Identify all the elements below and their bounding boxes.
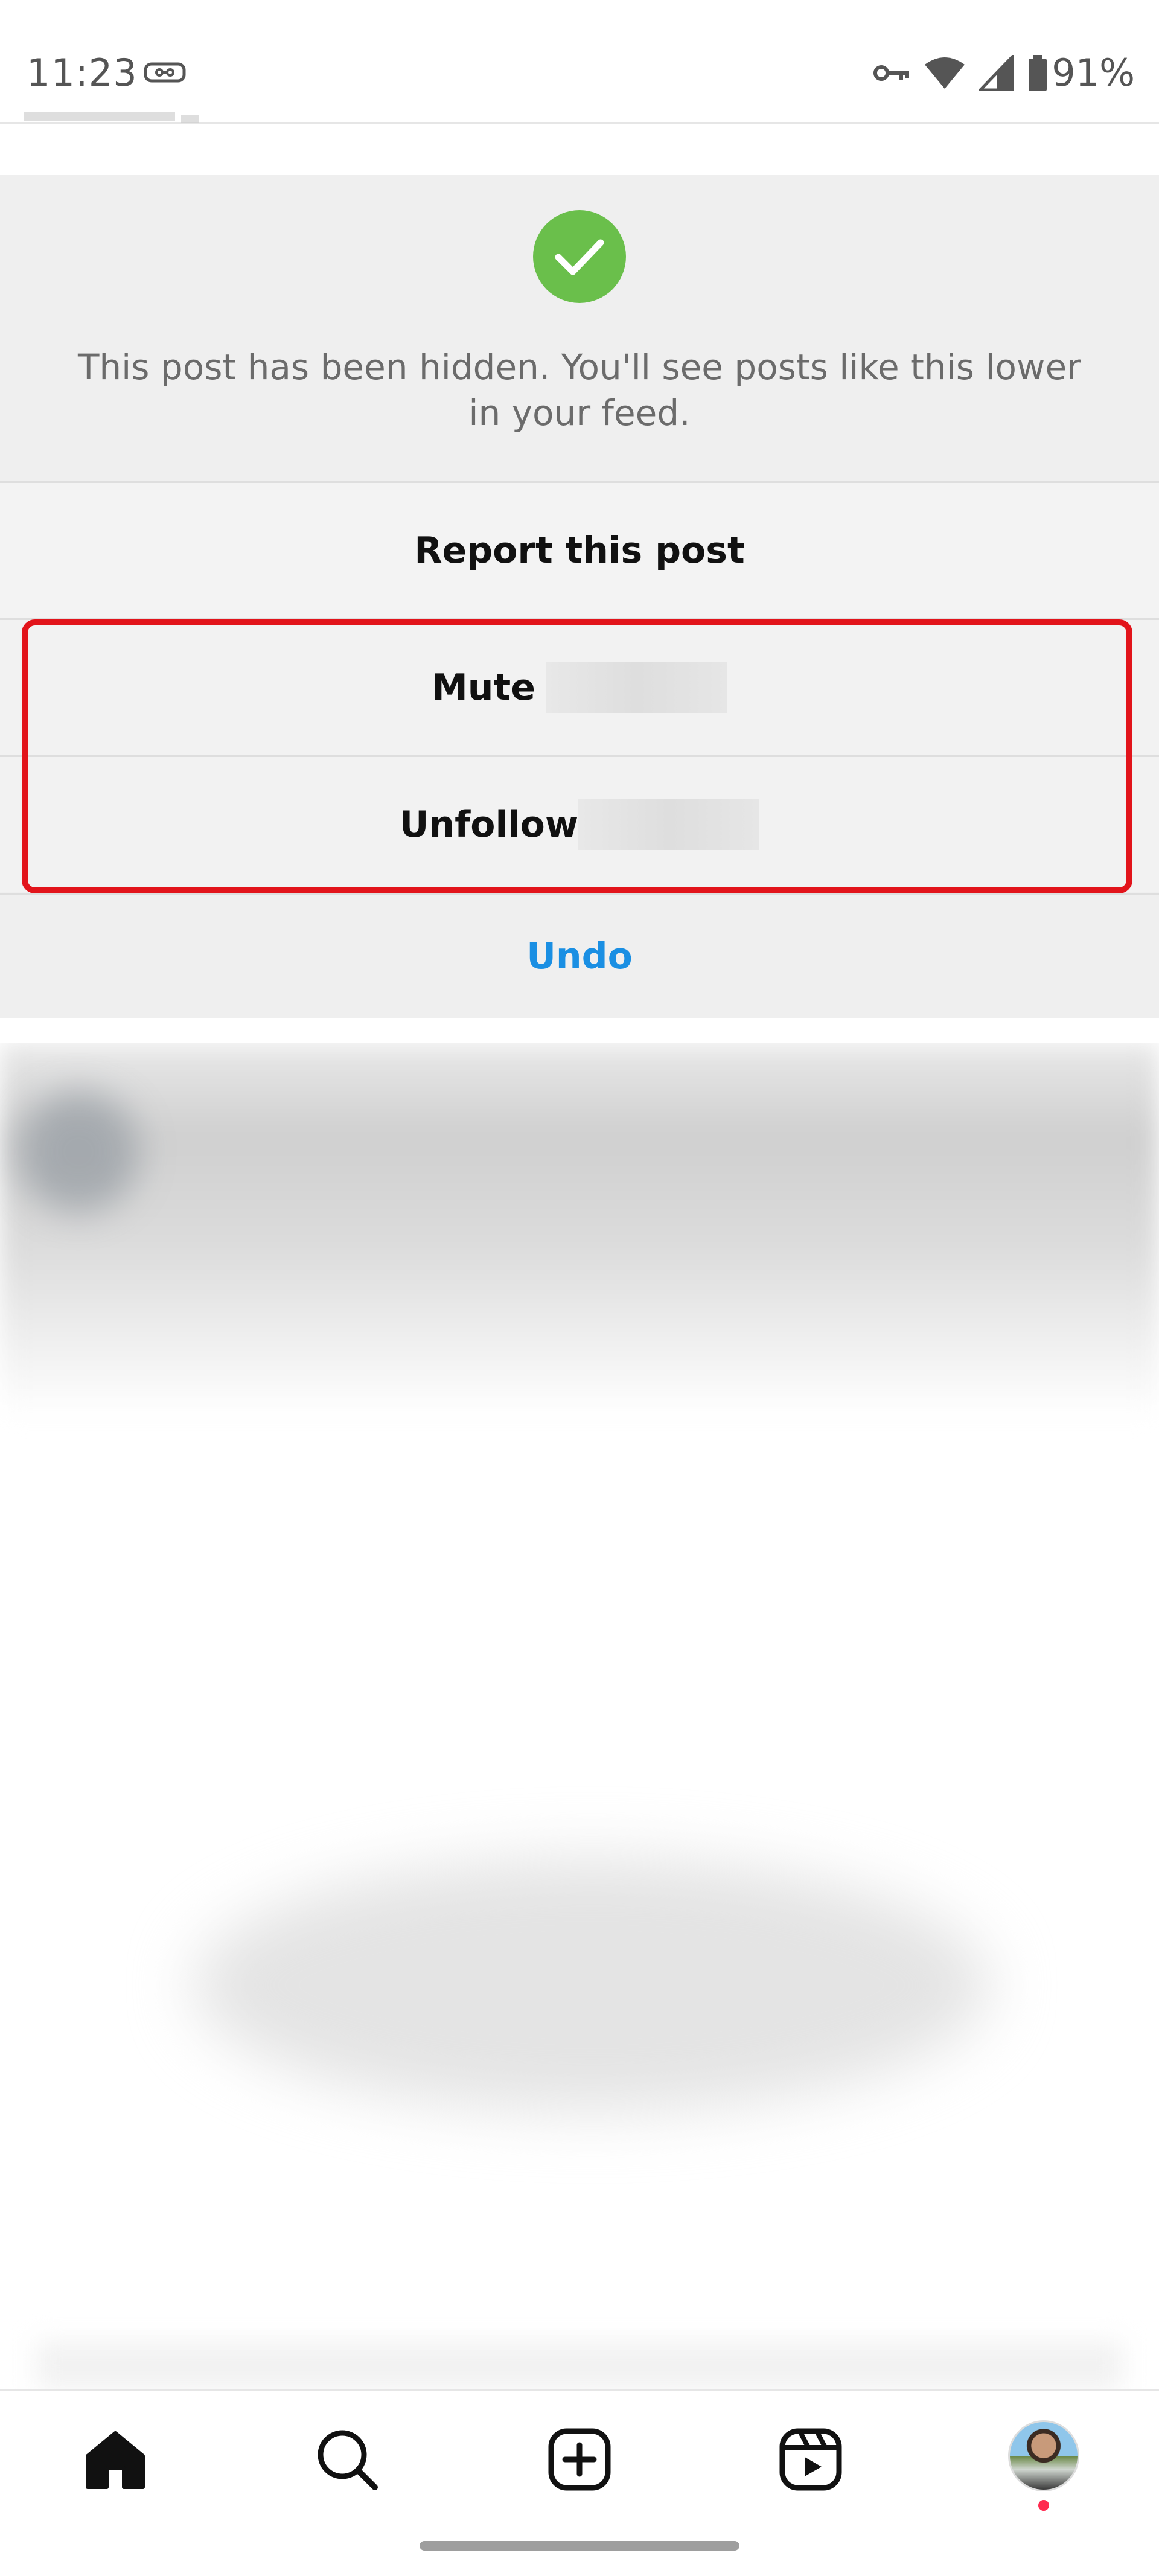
battery-percent: 91% xyxy=(1052,51,1135,95)
report-post-button[interactable]: Report this post xyxy=(0,483,1159,618)
reels-icon[interactable] xyxy=(771,2420,850,2499)
notification-dot xyxy=(1038,2500,1049,2511)
home-icon[interactable] xyxy=(76,2420,155,2499)
clipped-text-remnant xyxy=(0,97,1159,127)
undo-button[interactable]: Undo xyxy=(0,895,1159,1018)
check-circle-icon xyxy=(533,210,626,303)
cast-icon xyxy=(144,60,186,87)
wifi-icon xyxy=(924,56,966,90)
blurred-avatar xyxy=(18,1091,139,1212)
vpn-key-icon xyxy=(873,61,910,85)
profile-avatar[interactable] xyxy=(1008,2420,1079,2491)
blurred-strip xyxy=(36,2341,1123,2389)
bottom-nav xyxy=(0,2389,1159,2576)
undo-label: Undo xyxy=(526,935,633,977)
status-time: 11:23 xyxy=(27,51,138,95)
search-icon[interactable] xyxy=(308,2420,386,2499)
report-post-label: Report this post xyxy=(414,529,745,572)
blurred-content xyxy=(193,1858,990,2112)
hidden-confirmation-message: This post has been hidden. You'll see po… xyxy=(77,347,1082,433)
battery-icon xyxy=(1027,54,1048,91)
create-post-icon[interactable] xyxy=(540,2420,619,2499)
status-icons: 91% xyxy=(860,51,1135,95)
home-indicator[interactable] xyxy=(420,2541,739,2551)
signal-icon xyxy=(979,54,1015,91)
blurred-header xyxy=(0,1043,1159,1417)
highlight-annotation xyxy=(22,619,1132,893)
blurred-feed-post xyxy=(0,1043,1159,2389)
